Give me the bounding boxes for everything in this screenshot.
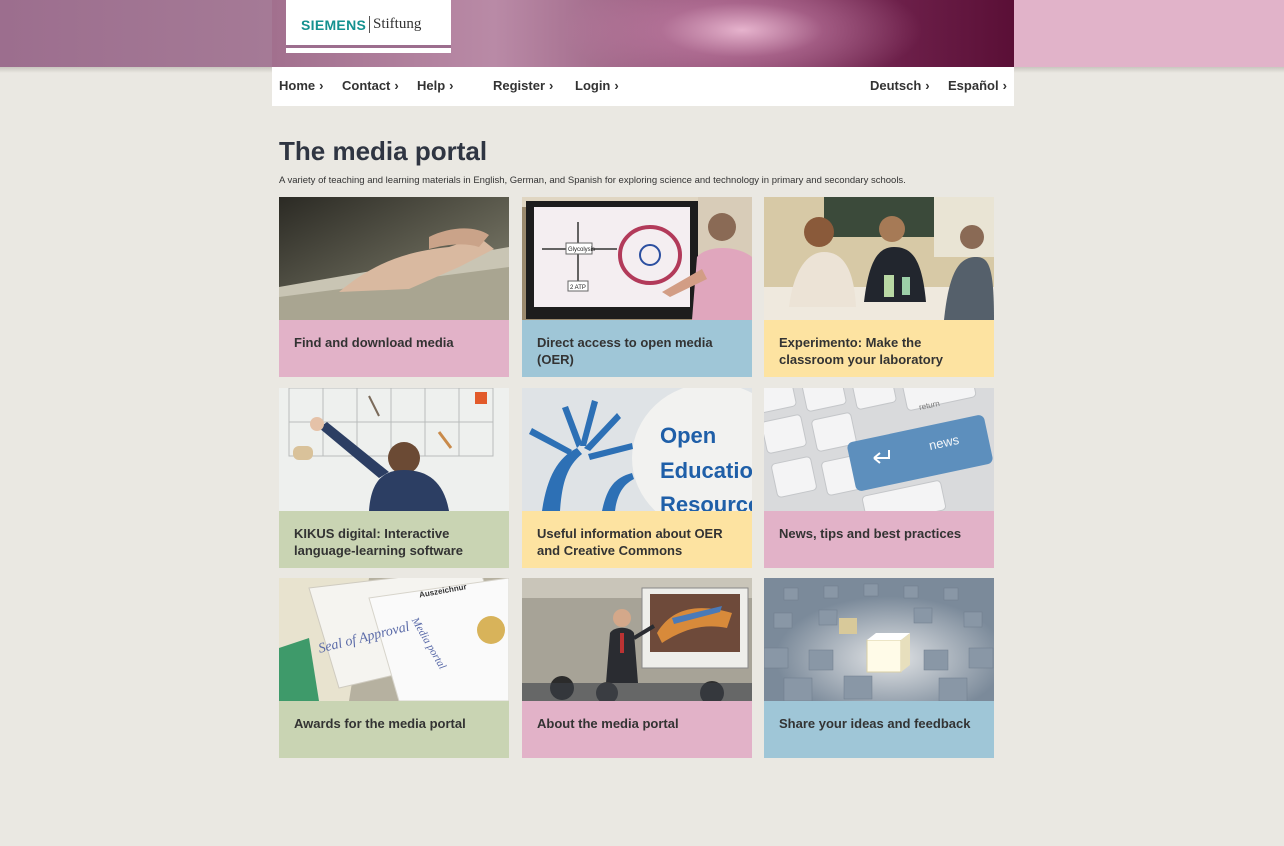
tile-label: News, tips and best practices [764, 511, 994, 568]
presentation-classroom-image [522, 578, 752, 701]
logo-underline [286, 45, 451, 48]
tile-share-feedback[interactable]: Share your ideas and feedback [764, 578, 994, 758]
tile-label: KIKUS digital: Interactive language-lear… [279, 511, 509, 568]
nav-home-link[interactable]: Home › [279, 78, 323, 93]
nav-login-link[interactable]: Login › [575, 78, 619, 93]
nav-espanol-link[interactable]: Español › [948, 78, 1007, 93]
chevron-right-icon: › [449, 78, 454, 93]
chevron-right-icon: › [319, 78, 324, 93]
tile-label: Direct access to open media (OER) [522, 320, 752, 377]
tile-find-download-media[interactable]: Find and download media [279, 197, 509, 377]
glowing-cube-image [764, 578, 994, 701]
tile-awards[interactable]: Seal of Approval Media portal Auszeichnu… [279, 578, 509, 758]
tile-label: Awards for the media portal [279, 701, 509, 758]
tile-news-tips[interactable]: news return News, tips and best practice… [764, 388, 994, 568]
open-education-resources-image: Open Education Resources [522, 388, 752, 511]
child-whiteboard-image [279, 388, 509, 511]
chevron-right-icon: › [1002, 78, 1007, 93]
image-text: 2 ATP [570, 285, 586, 291]
chevron-right-icon: › [549, 78, 554, 93]
tile-label: Share your ideas and feedback [764, 701, 994, 758]
tile-experimento[interactable]: Experimento: Make the classroom your lab… [764, 197, 994, 377]
logo-separator [369, 16, 370, 33]
main-navigation: Home › Contact › Help › Register › Login › De… [272, 67, 1014, 106]
touchpad-hand-image [279, 197, 509, 320]
tile-label: About the media portal [522, 701, 752, 758]
tile-label: Find and download media [279, 320, 509, 377]
tile-kikus-digital[interactable]: KIKUS digital: Interactive language-lear… [279, 388, 509, 568]
nav-help-link[interactable]: Help › [417, 78, 454, 93]
header-band-left [0, 0, 272, 67]
nav-login-label: Login [575, 78, 611, 93]
tile-oer-creative-commons[interactable]: Open Education Resources Useful informat… [522, 388, 752, 568]
logo-brand-text: SIEMENS [301, 17, 367, 33]
image-text: Open [660, 423, 716, 448]
header-band-right [1014, 0, 1284, 67]
chevron-right-icon: › [394, 78, 399, 93]
tile-about-media-portal[interactable]: About the media portal [522, 578, 752, 758]
image-text: Education [660, 458, 752, 483]
nav-deutsch-link[interactable]: Deutsch › [870, 78, 930, 93]
nav-deutsch-label: Deutsch [870, 78, 922, 93]
nav-contact-link[interactable]: Contact › [342, 78, 399, 93]
page-subtitle: A variety of teaching and learning mater… [279, 175, 906, 186]
smartboard-diagram-image: Glycolysis 2 ATP [522, 197, 752, 320]
nav-help-label: Help [417, 78, 446, 93]
classroom-experiment-image [764, 197, 994, 320]
news-keyboard-image: news return [764, 388, 994, 511]
tile-label: Useful information about OER and Creativ… [522, 511, 752, 568]
chevron-right-icon: › [614, 78, 619, 93]
logo-sub-text: Stiftung [373, 16, 422, 32]
page-title: The media portal [279, 136, 488, 166]
nav-espanol-label: Español [948, 78, 999, 93]
image-text: Resources [660, 492, 752, 511]
tile-open-media-oer[interactable]: Glycolysis 2 ATP Direct access to open m… [522, 197, 752, 377]
image-text: Glycolysis [568, 247, 595, 253]
nav-contact-label: Contact [342, 78, 391, 93]
nav-register-label: Register [493, 78, 546, 93]
nav-home-label: Home [279, 78, 316, 93]
nav-register-link[interactable]: Register › [493, 78, 553, 93]
tile-label: Experimento: Make the classroom your lab… [764, 320, 994, 377]
chevron-right-icon: › [925, 78, 930, 93]
award-certificates-image: Seal of Approval Media portal Auszeichnu… [279, 578, 509, 701]
